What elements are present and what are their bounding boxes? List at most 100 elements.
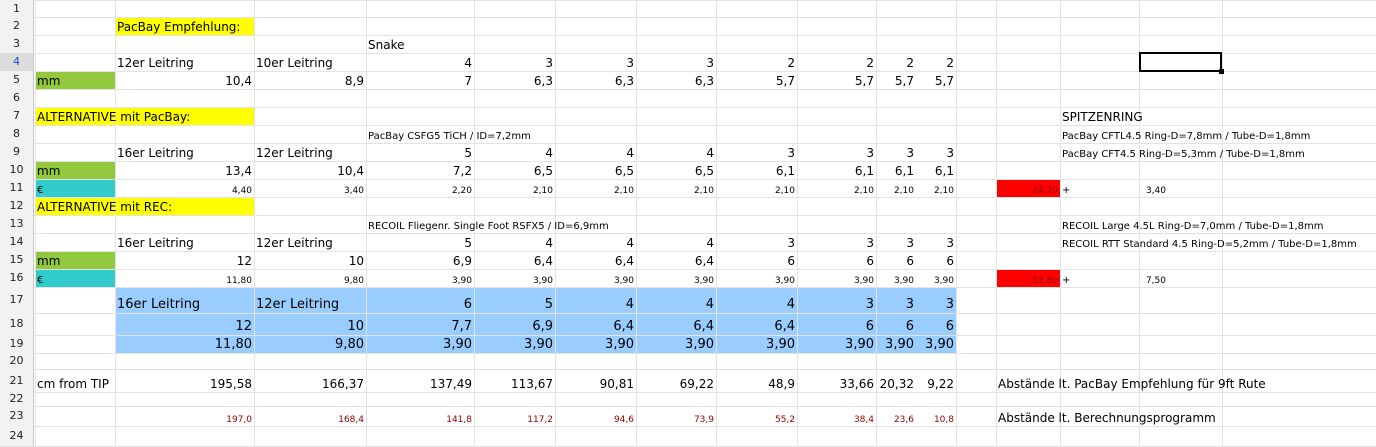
table-cell[interactable]: 4: [636, 287, 716, 313]
alt-rec-title[interactable]: ALTERNATIVE mit REC:: [35, 197, 255, 215]
row-header[interactable]: 11: [0, 179, 34, 197]
table-cell[interactable]: 5,7: [876, 71, 916, 89]
table-cell[interactable]: 4: [474, 233, 555, 251]
table-cell[interactable]: 2,10: [555, 179, 636, 197]
mm-label-r10[interactable]: mm: [35, 161, 115, 179]
table-cell[interactable]: 12er Leitring: [254, 143, 366, 161]
euro-label-r16[interactable]: €: [35, 269, 115, 287]
table-cell[interactable]: 13,4: [115, 161, 254, 179]
table-cell[interactable]: 6,4: [555, 313, 636, 335]
table-cell[interactable]: 4: [474, 143, 555, 161]
pacbay-ring1-label[interactable]: PacBay CFTL4.5 Ring-D=7,8mm / Tube-D=1,8…: [1060, 125, 1370, 143]
table-cell[interactable]: 10: [254, 251, 366, 269]
table-cell[interactable]: 3,90: [797, 335, 876, 353]
table-cell[interactable]: 3: [876, 287, 916, 313]
table-cell[interactable]: 2: [716, 53, 797, 71]
table-cell[interactable]: 73,9: [636, 406, 716, 426]
row-header[interactable]: 16: [0, 269, 34, 287]
table-cell[interactable]: 6,3: [555, 71, 636, 89]
row-header[interactable]: 10: [0, 161, 34, 179]
row-header[interactable]: 5: [0, 71, 34, 89]
table-cell[interactable]: 6,9: [366, 251, 474, 269]
table-cell[interactable]: 168,4: [254, 406, 366, 426]
table-cell[interactable]: 6,5: [555, 161, 636, 179]
table-cell[interactable]: 2,10: [474, 179, 555, 197]
table-cell[interactable]: 9,80: [254, 269, 366, 287]
table-cell[interactable]: 6,4: [555, 251, 636, 269]
table-cell[interactable]: 6,5: [636, 161, 716, 179]
table-cell[interactable]: 3: [555, 53, 636, 71]
table-cell[interactable]: 3: [636, 53, 716, 71]
table-cell[interactable]: 113,67: [474, 369, 555, 392]
table-cell[interactable]: 8,9: [254, 71, 366, 89]
table-cell[interactable]: 166,37: [254, 369, 366, 392]
table-cell[interactable]: 6,1: [876, 161, 916, 179]
table-cell[interactable]: 3: [797, 287, 876, 313]
table-cell[interactable]: 6,4: [636, 313, 716, 335]
table-cell[interactable]: 11,80: [115, 335, 254, 353]
calc-spacing-note[interactable]: Abstände lt. Berechnungsprogramm: [996, 406, 1296, 426]
table-cell[interactable]: 9,80: [254, 335, 366, 353]
table-cell[interactable]: 6: [916, 313, 956, 335]
row-header[interactable]: 13: [0, 215, 34, 233]
table-cell[interactable]: 6,1: [716, 161, 797, 179]
table-cell[interactable]: 141,8: [366, 406, 474, 426]
table-cell[interactable]: 6: [366, 287, 474, 313]
table-cell[interactable]: 7,2: [366, 161, 474, 179]
table-cell[interactable]: 12er Leitring: [254, 287, 366, 313]
table-cell[interactable]: 9,22: [916, 369, 956, 392]
table-cell[interactable]: 2: [916, 53, 956, 71]
table-cell[interactable]: 6,3: [474, 71, 555, 89]
table-cell[interactable]: 3: [916, 143, 956, 161]
table-cell[interactable]: 5,7: [916, 71, 956, 89]
table-cell[interactable]: 2,20: [366, 179, 474, 197]
table-cell[interactable]: 6,3: [636, 71, 716, 89]
table-cell[interactable]: 33,66: [797, 369, 876, 392]
table-cell[interactable]: 3,90: [916, 335, 956, 353]
table-cell[interactable]: 90,81: [555, 369, 636, 392]
row-header[interactable]: 3: [0, 35, 34, 53]
table-cell[interactable]: 2,10: [716, 179, 797, 197]
table-cell[interactable]: 94,6: [555, 406, 636, 426]
table-cell[interactable]: 16er Leitring: [115, 233, 254, 251]
table-cell[interactable]: 6,4: [636, 251, 716, 269]
table-cell[interactable]: 3: [876, 143, 916, 161]
table-cell[interactable]: 6,4: [474, 251, 555, 269]
table-cell[interactable]: 3,90: [716, 335, 797, 353]
table-cell[interactable]: 16er Leitring: [115, 287, 254, 313]
table-cell[interactable]: 20,32: [876, 369, 916, 392]
row-header[interactable]: 7: [0, 107, 34, 125]
table-cell[interactable]: 3,90: [366, 335, 474, 353]
table-cell[interactable]: 2: [876, 53, 916, 71]
extra-r11[interactable]: 3,40: [1086, 179, 1168, 197]
row-header[interactable]: 17: [0, 287, 34, 313]
pacbay-spacing-note[interactable]: Abstände lt. PacBay Empfehlung für 9ft R…: [996, 369, 1296, 392]
table-cell[interactable]: 4: [555, 233, 636, 251]
fill-handle[interactable]: [1219, 69, 1224, 74]
title-pacbay-recommendation[interactable]: PacBay Empfehlung:: [115, 17, 315, 35]
table-cell[interactable]: 5: [366, 143, 474, 161]
table-cell[interactable]: 3: [474, 53, 555, 71]
plus-r11[interactable]: +: [1060, 179, 1080, 197]
cell-cursor[interactable]: [1139, 52, 1222, 72]
table-cell[interactable]: 3: [716, 233, 797, 251]
table-cell[interactable]: 3: [876, 233, 916, 251]
row-header[interactable]: 9: [0, 143, 34, 161]
table-cell[interactable]: 4: [555, 143, 636, 161]
table-cell[interactable]: 12er Leitring: [115, 53, 254, 71]
table-cell[interactable]: 137,49: [366, 369, 474, 392]
table-cell[interactable]: 48,9: [716, 369, 797, 392]
recoil-product-label[interactable]: RECOIL Fliegenr. Single Foot RSFX5 / ID=…: [366, 215, 666, 233]
table-cell[interactable]: 4: [716, 287, 797, 313]
row-header[interactable]: 6: [0, 89, 34, 107]
row-header[interactable]: 18: [0, 313, 34, 335]
table-cell[interactable]: 5,7: [797, 71, 876, 89]
table-cell[interactable]: 6,5: [474, 161, 555, 179]
alt-pacbay-title[interactable]: ALTERNATIVE mit PacBay:: [35, 107, 255, 125]
table-cell[interactable]: 3,40: [254, 179, 366, 197]
table-cell[interactable]: 5: [366, 233, 474, 251]
red-total-r11[interactable]: 24,70: [996, 179, 1060, 197]
table-cell[interactable]: 2,10: [916, 179, 956, 197]
table-cell[interactable]: 3,90: [555, 335, 636, 353]
table-cell[interactable]: 3,90: [636, 335, 716, 353]
